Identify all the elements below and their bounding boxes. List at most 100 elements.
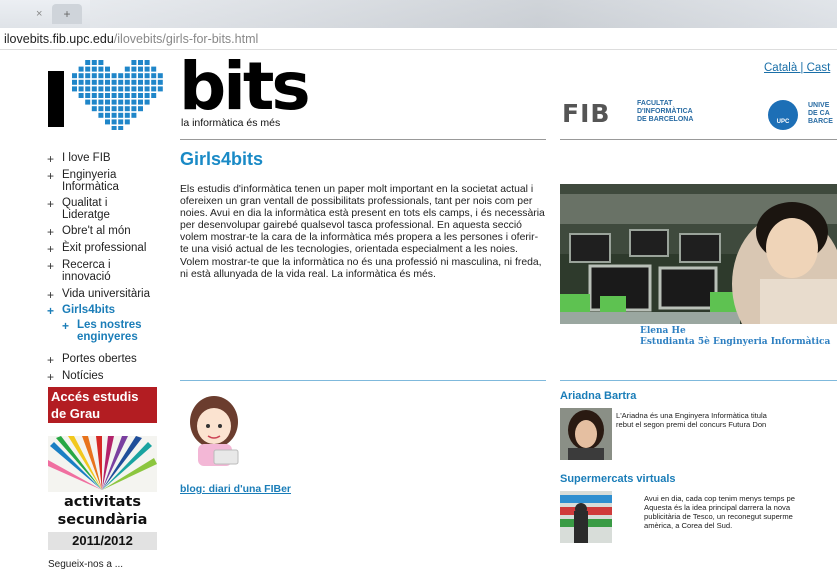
acces-line-1: Accés estudis	[51, 389, 139, 404]
heart-pixel	[131, 66, 137, 72]
news-line: publicitària de Tesco, un reconegut supe…	[644, 512, 793, 521]
news-title-ariadna[interactable]: Ariadna Bartra	[560, 390, 636, 402]
heart-pixel	[131, 79, 137, 85]
heart-pixel	[124, 119, 130, 125]
language-switcher[interactable]: Català | Cast	[764, 62, 830, 74]
heart-pixel	[91, 79, 97, 85]
logo-tagline: la informàtica és més	[181, 117, 281, 129]
plus-icon: +	[47, 197, 55, 211]
news-line: amèrica, a Corea del Sud.	[644, 521, 733, 530]
nav-subitem-enginyeres[interactable]: + Les nostres enginyeres	[47, 319, 172, 343]
heart-pixel	[138, 79, 143, 85]
heart-pixel	[124, 112, 130, 118]
language-links[interactable]: Català | Cast	[764, 62, 830, 74]
logo-i-letter[interactable]	[48, 71, 64, 127]
url-host: ilovebits.fib.upc.edu	[4, 32, 114, 46]
close-tab-icon[interactable]: ×	[36, 8, 42, 20]
heart-pixel	[98, 112, 104, 118]
heart-pixel	[72, 73, 77, 79]
heart-pixel	[124, 73, 130, 79]
heart-pixel	[157, 79, 163, 85]
hero-role: Estudianta 5è Enginyeria Informàtica	[640, 337, 831, 347]
heart-pixel	[78, 79, 84, 85]
heart-pixel	[124, 79, 130, 85]
hero-name: Elena He	[640, 326, 686, 336]
colored-pencils-image[interactable]	[48, 436, 157, 492]
heart-pixel	[131, 93, 137, 98]
plus-icon: +	[47, 288, 55, 302]
supermercats-photo[interactable]	[560, 491, 612, 543]
heart-pixel	[131, 112, 137, 118]
heart-pixel	[98, 106, 104, 112]
heart-pixel	[85, 66, 91, 72]
heart-pixel	[131, 86, 137, 92]
content-divider-right	[560, 380, 837, 381]
ariadna-photo[interactable]	[560, 408, 612, 460]
heart-pixel	[138, 93, 143, 98]
heart-pixel	[144, 86, 150, 92]
heart-pixel	[144, 79, 150, 85]
address-bar[interactable]: ilovebits.fib.upc.edu/ilovebits/girls-fo…	[0, 28, 837, 50]
heart-pixel	[138, 106, 143, 112]
blog-link[interactable]: blog: diari d'una FIBer	[180, 483, 291, 495]
activitats-year[interactable]: 2011/2012	[48, 532, 157, 550]
blog-avatar-illustration[interactable]	[184, 390, 246, 470]
heart-pixel	[118, 79, 124, 85]
nav-item-exit[interactable]: + Èxit professional	[47, 242, 172, 255]
nav-item-qualitat[interactable]: + Qualitat i Lideratge	[47, 197, 172, 221]
nav-item-portes[interactable]: + Portes obertes	[47, 353, 172, 367]
heart-pixel	[85, 86, 91, 92]
heart-pixel	[111, 106, 117, 112]
fib-line-3: DE BARCELONA	[637, 116, 694, 123]
news-title-supermercats[interactable]: Supermercats virtuals	[560, 473, 676, 485]
heart-pixel	[78, 66, 84, 72]
heart-pixel	[124, 99, 130, 105]
nav-item-noticies[interactable]: + Notícies	[47, 370, 172, 383]
heart-pixel	[91, 73, 97, 79]
plus-icon: +	[47, 353, 55, 367]
heart-pixel	[124, 93, 130, 98]
nav-label: Enginyeria Informàtica	[62, 169, 119, 193]
heart-pixel	[105, 119, 110, 125]
nav-item-girls4bits[interactable]: + Girls4bits	[47, 304, 172, 317]
heart-pixel	[151, 93, 157, 98]
heart-pixel	[91, 99, 97, 105]
heart-pixel	[138, 66, 143, 72]
heart-pixel	[78, 86, 84, 92]
news-line: rebut el segon premi del concurs Futura …	[616, 420, 767, 429]
heart-pixel	[144, 73, 150, 79]
heart-pixel	[98, 66, 104, 72]
plus-icon: +	[47, 259, 55, 273]
heart-logo-icon[interactable]	[70, 58, 172, 130]
heart-pixel	[124, 106, 130, 112]
heart-pixel	[98, 73, 104, 79]
upc-logo-icon[interactable]: UPC	[768, 100, 798, 130]
hero-caption: Elena He Estudianta 5è Enginyeria Inform…	[640, 326, 830, 348]
url-path: /ilovebits/girls-for-bits.html	[113, 32, 259, 46]
heart-pixel	[157, 86, 163, 92]
heart-pixel	[111, 93, 117, 98]
nav-item-vida[interactable]: + Vida universitària	[47, 288, 172, 302]
heart-pixel	[151, 73, 157, 79]
url-text[interactable]: ilovebits.fib.upc.edu/ilovebits/girls-fo…	[4, 32, 258, 46]
nav-item-i-love-fib[interactable]: + I love FIB	[47, 152, 172, 166]
activitats-secundaria-heading[interactable]: activitats secundària	[48, 493, 157, 529]
heart-pixel	[105, 79, 110, 85]
nav-item-recerca[interactable]: + Recerca i innovació	[47, 259, 172, 283]
heart-pixel	[118, 99, 124, 105]
acces-estudis-banner[interactable]: Accés estudis de Grau	[48, 387, 157, 423]
nav-item-enginyeria[interactable]: + Enginyeria Informàtica	[47, 169, 172, 193]
fib-logo[interactable]: FIB	[562, 101, 610, 126]
heart-pixel	[151, 86, 157, 92]
news-line: L'Ariadna és una Enginyera Informàtica t…	[616, 411, 767, 420]
logo-bits-word[interactable]: bits	[179, 54, 311, 120]
new-tab-button[interactable]: +	[52, 4, 82, 24]
heart-pixel	[118, 119, 124, 125]
heart-pixel	[118, 73, 124, 79]
activitats-line-1: activitats	[64, 494, 141, 510]
nav-item-obret[interactable]: + Obre't al món	[47, 225, 172, 238]
heart-pixel	[138, 86, 143, 92]
heart-pixel	[111, 126, 117, 130]
nav-label: Vida universitària	[62, 288, 151, 300]
plus-icon: +	[47, 152, 55, 166]
